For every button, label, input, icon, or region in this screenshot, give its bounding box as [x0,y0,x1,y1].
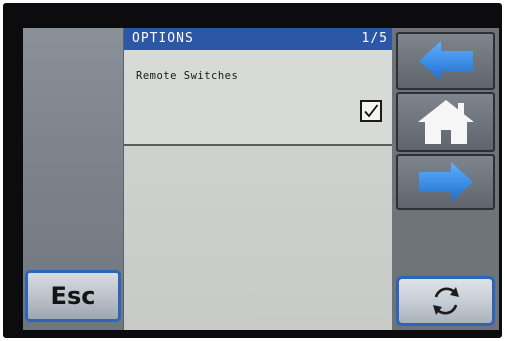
esc-label: Esc [50,282,96,310]
page-indicator: 1/5 [361,31,388,46]
title-bar: OPTIONS 1/5 [124,28,392,50]
empty-list-area [124,146,392,330]
option-row-remote-switches[interactable]: Remote Switches [124,50,392,146]
device-bezel: Esc OPTIONS 1/5 Remote Switches [3,3,502,338]
option-label: Remote Switches [136,70,239,82]
refresh-button[interactable] [396,276,495,326]
esc-button[interactable]: Esc [25,270,121,322]
arrow-right-icon [418,162,473,202]
home-icon [417,100,474,144]
home-button[interactable] [396,92,495,152]
left-column: Esc [23,28,123,330]
remote-switches-checkbox[interactable] [360,100,382,122]
arrow-left-icon [418,41,473,81]
page-title: OPTIONS [132,31,194,46]
touch-screen: Esc OPTIONS 1/5 Remote Switches [23,28,499,330]
back-button[interactable] [396,32,495,90]
refresh-icon [432,287,459,315]
right-column [392,28,499,330]
options-panel: OPTIONS 1/5 Remote Switches [124,28,392,330]
forward-button[interactable] [396,154,495,210]
checkmark-icon [364,104,379,118]
